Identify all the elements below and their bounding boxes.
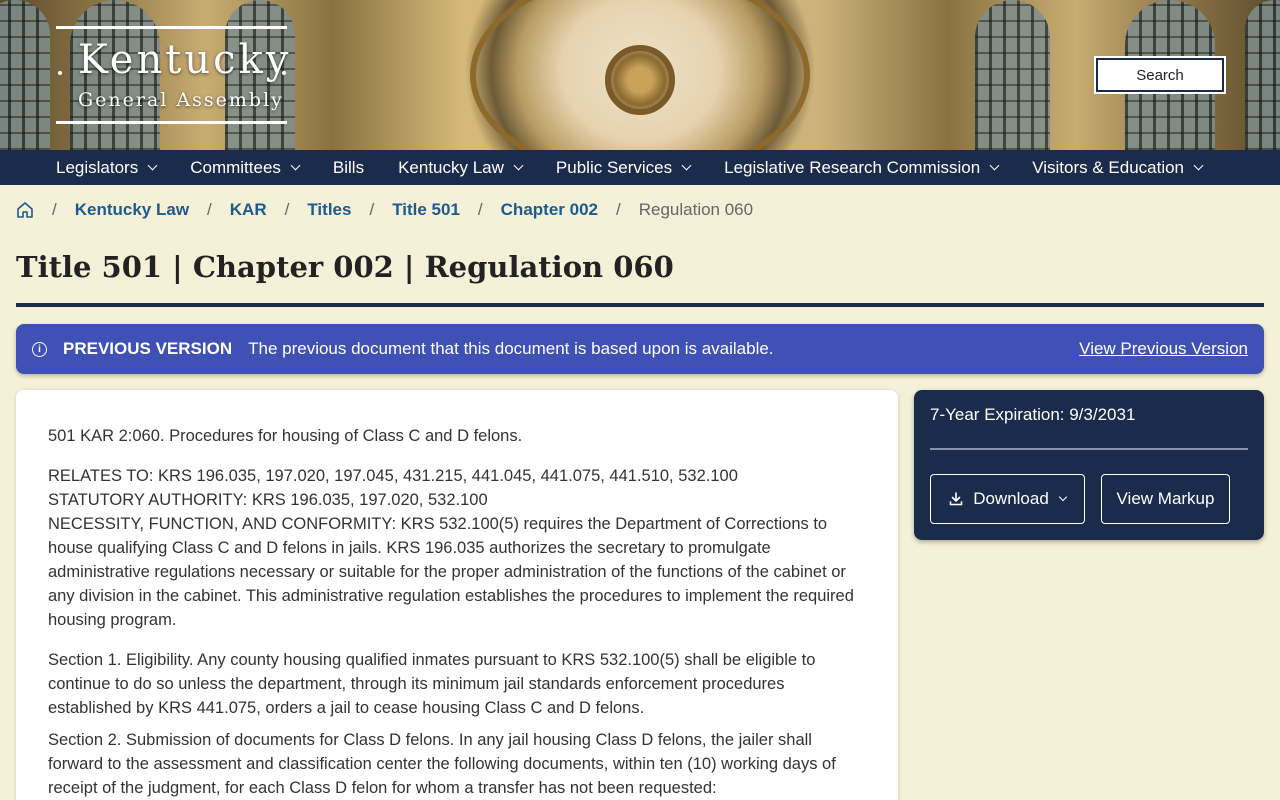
logo-dot — [282, 71, 286, 75]
chevron-down-icon — [1058, 492, 1068, 502]
view-previous-version-link[interactable]: View Previous Version — [1079, 339, 1248, 359]
breadcrumb-separator: / — [207, 200, 212, 219]
nav-item-public-services[interactable]: Public Services — [555, 157, 692, 178]
nav-item-label: Public Services — [555, 157, 673, 177]
chevron-down-icon — [681, 160, 692, 171]
nav-item-label: Legislative Research Commission — [724, 157, 981, 177]
necessity-function-conformity: NECESSITY, FUNCTION, AND CONFORMITY: KRS… — [48, 515, 854, 629]
search-button[interactable]: Search — [1096, 58, 1224, 92]
logo-dot — [58, 71, 62, 75]
title-divider — [16, 303, 1264, 307]
breadcrumb-kentucky-law[interactable]: Kentucky Law — [75, 200, 189, 220]
logo-title: Kentucky — [78, 37, 292, 83]
document-actions-panel: 7-Year Expiration: 9/3/2031 Download Vie… — [914, 390, 1264, 540]
nav-item-committees[interactable]: Committees — [190, 157, 301, 178]
nav-item-label: Kentucky Law — [398, 157, 504, 177]
stained-glass-window — [1245, 0, 1280, 150]
chevron-down-icon — [147, 160, 158, 171]
breadcrumb-separator: / — [369, 200, 375, 219]
main-nav: Legislators Committees Bills Kentucky La… — [0, 150, 1280, 185]
breadcrumb-separator: / — [615, 200, 621, 219]
breadcrumb-chapter-002[interactable]: Chapter 002 — [501, 200, 598, 220]
expiration-date: 7-Year Expiration: 9/3/2031 — [930, 405, 1136, 424]
breadcrumb-current: Regulation 060 — [638, 200, 754, 219]
alert-text: The previous document that this document… — [248, 339, 774, 358]
chevron-down-icon — [989, 160, 1000, 171]
nav-item-lrc[interactable]: Legislative Research Commission — [724, 157, 1000, 178]
chevron-down-icon — [513, 160, 524, 171]
statutory-authority: STATUTORY AUTHORITY: KRS 196.035, 197.02… — [48, 491, 488, 509]
nav-item-label: Bills — [332, 157, 365, 177]
dome-rosette — [605, 45, 675, 115]
previous-version-alert: i PREVIOUS VERSION The previous document… — [16, 324, 1264, 374]
chevron-down-icon — [1193, 160, 1204, 171]
nav-item-label: Committees — [190, 157, 281, 177]
section-1: Section 1. Eligibility. Any county housi… — [48, 651, 816, 717]
regulation-document: 501 KAR 2:060. Procedures for housing of… — [16, 390, 898, 800]
breadcrumb-titles[interactable]: Titles — [307, 200, 351, 220]
breadcrumb-title-501[interactable]: Title 501 — [392, 200, 460, 220]
home-icon[interactable] — [16, 201, 34, 219]
download-button[interactable]: Download — [930, 474, 1085, 524]
header-banner: Kentucky General Assembly Search — [0, 0, 1280, 150]
nav-item-kentucky-law[interactable]: Kentucky Law — [398, 157, 524, 178]
alert-label: PREVIOUS VERSION — [63, 339, 233, 358]
breadcrumb-separator: / — [284, 200, 290, 219]
site-logo[interactable]: Kentucky General Assembly — [56, 26, 288, 124]
stained-glass-window — [0, 0, 50, 150]
view-markup-button[interactable]: View Markup — [1101, 474, 1230, 524]
download-icon — [949, 492, 963, 506]
panel-divider — [930, 448, 1248, 450]
relates-to: RELATES TO: KRS 196.035, 197.020, 197.04… — [48, 467, 738, 485]
breadcrumb-separator: / — [477, 200, 483, 219]
breadcrumb-kar[interactable]: KAR — [230, 200, 267, 220]
regulation-heading: 501 KAR 2:060. Procedures for housing of… — [48, 427, 523, 445]
nav-item-label: Legislators — [56, 157, 139, 177]
info-icon: i — [32, 341, 47, 357]
nav-item-legislators[interactable]: Legislators — [56, 157, 158, 178]
nav-item-label: Visitors & Education — [1032, 157, 1185, 177]
download-label: Download — [973, 489, 1049, 508]
breadcrumb-separator: / — [52, 200, 57, 219]
stained-glass-window — [975, 0, 1050, 150]
breadcrumb: / Kentucky Law / KAR / Titles / Title 50… — [16, 198, 753, 222]
section-2: Section 2. Submission of documents for C… — [48, 731, 836, 797]
logo-subtitle: General Assembly — [78, 89, 284, 111]
nav-item-visitors-education[interactable]: Visitors & Education — [1032, 157, 1204, 178]
chevron-down-icon — [290, 160, 301, 171]
nav-item-bills[interactable]: Bills — [333, 158, 364, 178]
page-title: Title 501 | Chapter 002 | Regulation 060 — [16, 250, 674, 284]
